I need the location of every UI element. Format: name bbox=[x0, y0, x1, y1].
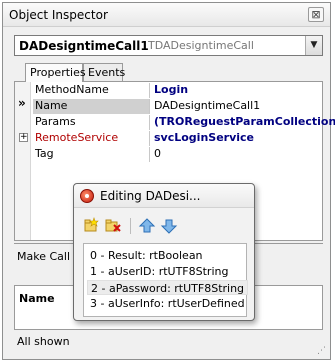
property-value[interactable]: svcLoginService bbox=[151, 131, 254, 144]
dialog-title-bar[interactable]: Editing DADesi... bbox=[74, 184, 254, 208]
property-value[interactable]: 0 bbox=[151, 147, 161, 160]
new-item-icon[interactable] bbox=[82, 217, 100, 235]
object-selector[interactable]: DADesigntimeCall1 TDADesigntimeCall ▼ bbox=[14, 35, 323, 56]
selected-object-class: TDADesigntimeCall bbox=[148, 39, 254, 52]
move-up-icon[interactable] bbox=[138, 217, 156, 235]
dialog-title: Editing DADesi... bbox=[100, 189, 201, 203]
expand-plus-icon[interactable]: + bbox=[19, 133, 28, 142]
selected-object-name: DADesigntimeCall1 bbox=[19, 39, 149, 53]
property-row-remoteservice[interactable]: RemoteService svcLoginService bbox=[31, 130, 322, 146]
property-row-params[interactable]: Params (TROReguestParamCollection) bbox=[31, 114, 335, 130]
close-icon[interactable]: ⊠ bbox=[308, 7, 324, 22]
list-item[interactable]: 1 - aUserID: rtUTF8String bbox=[87, 264, 231, 279]
tab-properties[interactable]: Properties bbox=[25, 63, 86, 82]
status-text: All shown bbox=[17, 335, 70, 348]
property-value[interactable]: Login bbox=[151, 83, 188, 96]
collection-editor-dialog: Editing DADesi... 0 - Result: rtBoolean … bbox=[73, 183, 255, 321]
move-down-icon[interactable] bbox=[160, 217, 178, 235]
property-name: Name bbox=[33, 99, 150, 114]
list-item[interactable]: 3 - aUserInfo: rtUserDefined bbox=[87, 296, 248, 311]
list-item[interactable]: 2 - aPassword: rtUTF8String bbox=[87, 280, 249, 295]
current-row-indicator-icon: » bbox=[18, 96, 26, 110]
property-value[interactable]: DADesigntimeCall1 bbox=[151, 99, 261, 112]
title-bar[interactable]: Object Inspector ⊠ bbox=[3, 3, 330, 27]
tab-events[interactable]: Events bbox=[83, 63, 125, 81]
toolbar-separator bbox=[130, 218, 131, 234]
property-value[interactable]: (TROReguestParamCollection) bbox=[151, 115, 335, 128]
property-row-name[interactable]: Name DADesigntimeCall1 bbox=[31, 98, 322, 114]
property-name: MethodName bbox=[33, 83, 150, 98]
delete-item-icon[interactable] bbox=[104, 217, 122, 235]
property-name: Params bbox=[33, 115, 150, 130]
app-icon bbox=[80, 189, 94, 203]
property-name: Tag bbox=[33, 147, 150, 162]
window-title: Object Inspector bbox=[9, 8, 108, 22]
parameter-list[interactable]: 0 - Result: rtBoolean 1 - aUserID: rtUTF… bbox=[83, 243, 249, 317]
resize-grip-icon[interactable]: ⋰ bbox=[317, 346, 326, 356]
property-row-methodname[interactable]: MethodName Login bbox=[31, 82, 322, 98]
make-call-label[interactable]: Make Call bbox=[17, 250, 70, 263]
property-name: RemoteService bbox=[33, 131, 150, 146]
chevron-down-icon[interactable]: ▼ bbox=[305, 36, 322, 55]
property-row-tag[interactable]: Tag 0 bbox=[31, 146, 322, 162]
list-item[interactable]: 0 - Result: rtBoolean bbox=[87, 248, 206, 263]
description-title: Name bbox=[19, 292, 55, 305]
